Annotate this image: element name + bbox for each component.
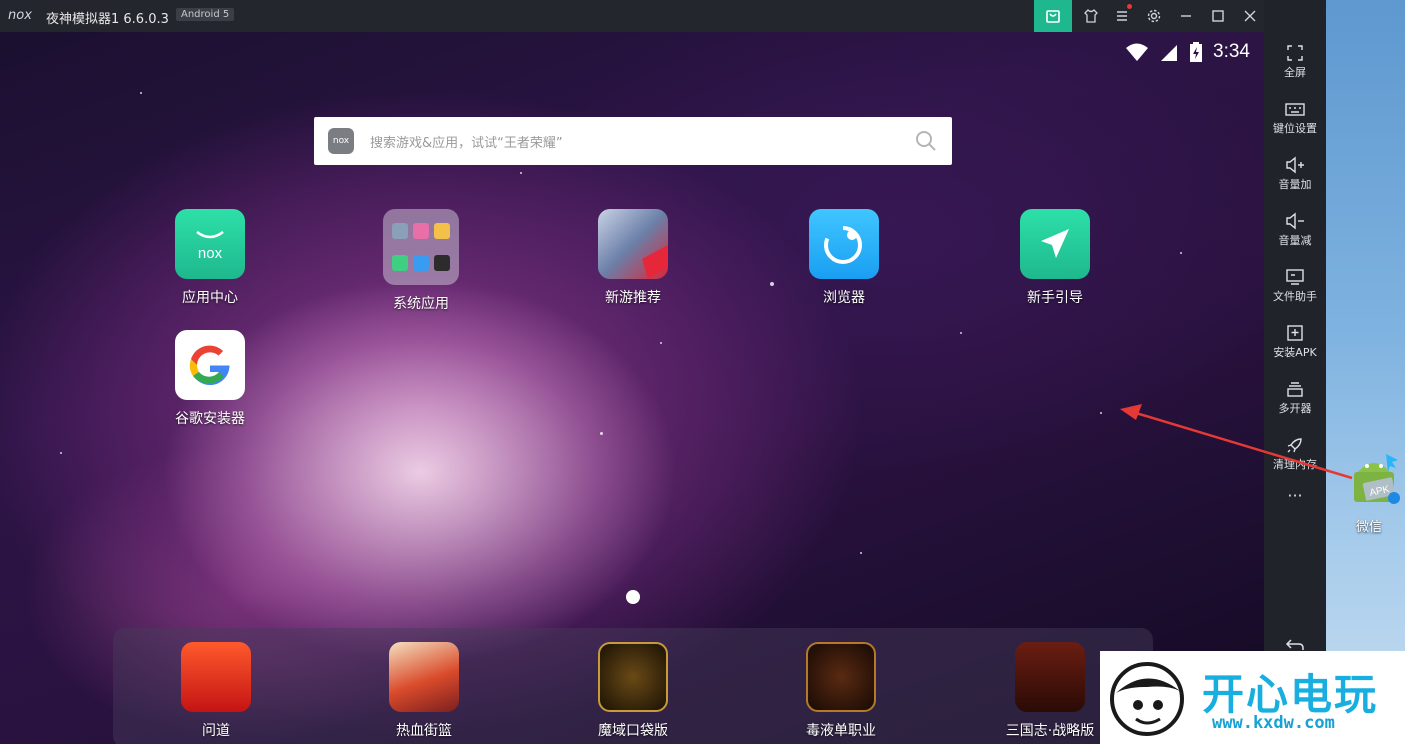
watermark: 开心电玩 www.kxdw.com: [1100, 651, 1405, 744]
watermark-url: www.kxdw.com: [1212, 713, 1335, 733]
watermark-logo-icon: [1110, 662, 1184, 736]
annotation-arrow: [1120, 404, 1353, 480]
